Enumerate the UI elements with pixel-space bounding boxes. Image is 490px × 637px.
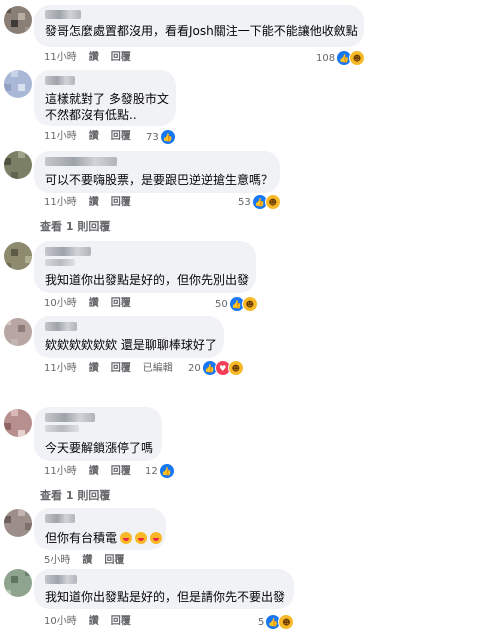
comment-actions: 11小時 讚 回覆 [44,52,143,64]
haha-reaction-icon: ☻ [264,194,281,210]
avatar[interactable] [4,242,32,270]
tongue-emoji-icon [120,532,133,544]
like-reaction-icon: 👍 [159,129,176,145]
commenter-name[interactable] [45,157,117,166]
comment-actions: 11小時 讚 回覆 已編輯 [44,363,185,375]
comment-time[interactable]: 11小時 [44,197,77,208]
like-button[interactable]: 讚 [89,363,99,374]
comment-actions: 10小時 讚 回覆 [44,616,143,628]
avatar[interactable] [4,569,32,597]
tongue-emoji-icon [150,532,163,544]
commenter-subtitle [45,259,75,266]
reaction-summary[interactable]: 5 👍 ☻ [258,614,295,630]
comment-actions: 5小時 讚 回覆 [44,555,136,567]
comment-text-line: 不然都沒有低點.. [45,108,137,122]
haha-reaction-icon: ☻ [227,360,244,376]
like-button[interactable]: 讚 [89,52,99,63]
reply-button[interactable]: 回覆 [111,298,131,309]
comment-text: 但你有台積電 [45,530,163,546]
comment-text: 我知道你出發點是好的，但你先別出發 [45,273,250,287]
comment-actions: 10小時 讚 回覆 [44,298,143,310]
commenter-name[interactable] [45,322,77,331]
reaction-count: 12 [145,465,158,477]
like-reaction-icon: 👍 [158,463,175,479]
tongue-emoji-icon [135,532,148,544]
reaction-count: 73 [146,131,159,143]
comment-time[interactable]: 5小時 [44,555,70,566]
reaction-count: 20 [188,362,201,374]
reply-button[interactable]: 回覆 [111,131,131,142]
haha-reaction-icon: ☻ [278,614,295,630]
avatar[interactable] [4,409,32,437]
avatar[interactable] [4,6,32,34]
comment-time[interactable]: 10小時 [44,298,77,309]
reaction-summary[interactable]: 108 👍 ☻ [316,50,366,66]
comment-text: 今天要解鎖漲停了嗎 [45,441,154,455]
edited-label: 已編輯 [142,363,173,374]
commenter-name[interactable] [45,575,77,584]
reply-button[interactable]: 回覆 [111,197,131,208]
commenter-name[interactable] [45,413,95,422]
comment-text-body: 但你有台積電 [45,531,118,545]
like-button[interactable]: 讚 [89,131,99,142]
avatar[interactable] [4,70,32,98]
comment-text: 發哥怎麼處置都沒用，看看Josh關注一下能不能讓他收斂點 [45,24,358,38]
avatar[interactable] [4,318,32,346]
commenter-name[interactable] [45,514,75,523]
reply-button[interactable]: 回覆 [104,555,124,566]
commenter-name[interactable] [45,247,91,256]
comment-time[interactable]: 11小時 [44,466,77,477]
like-button[interactable]: 讚 [89,298,99,309]
reply-button[interactable]: 回覆 [111,363,131,374]
reaction-count: 108 [316,52,336,64]
reaction-summary[interactable]: 73 👍 [146,129,176,145]
like-button[interactable]: 讚 [89,466,99,477]
view-replies-link[interactable]: 查看 1 則回覆 [40,487,110,503]
comment-time[interactable]: 10小時 [44,616,77,627]
like-button[interactable]: 讚 [89,197,99,208]
reaction-count: 50 [215,298,228,310]
commenter-name[interactable] [45,76,75,85]
view-replies-link[interactable]: 查看 1 則回覆 [40,218,110,234]
reply-button[interactable]: 回覆 [111,52,131,63]
reaction-summary[interactable]: 50 👍 ☻ [215,296,258,312]
reaction-summary[interactable]: 12 👍 [145,463,175,479]
comment-actions: 11小時 讚 回覆 [44,197,143,209]
reaction-count: 53 [238,196,251,208]
comment-time[interactable]: 11小時 [44,131,77,142]
comment-text: 可以不要嗨股票，是要跟巴逆逆搶生意嗎？ [45,173,274,187]
haha-reaction-icon: ☻ [241,296,258,312]
comment-actions: 11小時 讚 回覆 [44,131,143,143]
like-button[interactable]: 讚 [89,616,99,627]
reaction-count: 5 [258,616,265,628]
comment-text-line: 這樣就對了 多發股市文 [45,92,169,106]
comment-time[interactable]: 11小時 [44,363,77,374]
reaction-summary[interactable]: 53 👍 ☻ [238,194,281,210]
commenter-subtitle [45,425,79,432]
comment-time[interactable]: 11小時 [44,52,77,63]
avatar[interactable] [4,509,32,537]
comment-text: 我知道你出發點是好的，但是請你先不要出發 [45,590,286,604]
avatar[interactable] [4,151,32,179]
commenter-name[interactable] [45,10,81,19]
reaction-summary[interactable]: 20 👍 ♥ ☻ [188,360,244,376]
comment-text: 欸欸欸欸欸欸 還是聊聊棒球好了 [45,338,217,352]
reply-button[interactable]: 回覆 [111,466,131,477]
like-button[interactable]: 讚 [82,555,92,566]
haha-reaction-icon: ☻ [349,50,366,66]
reply-button[interactable]: 回覆 [111,616,131,627]
comment-actions: 11小時 讚 回覆 [44,466,143,478]
